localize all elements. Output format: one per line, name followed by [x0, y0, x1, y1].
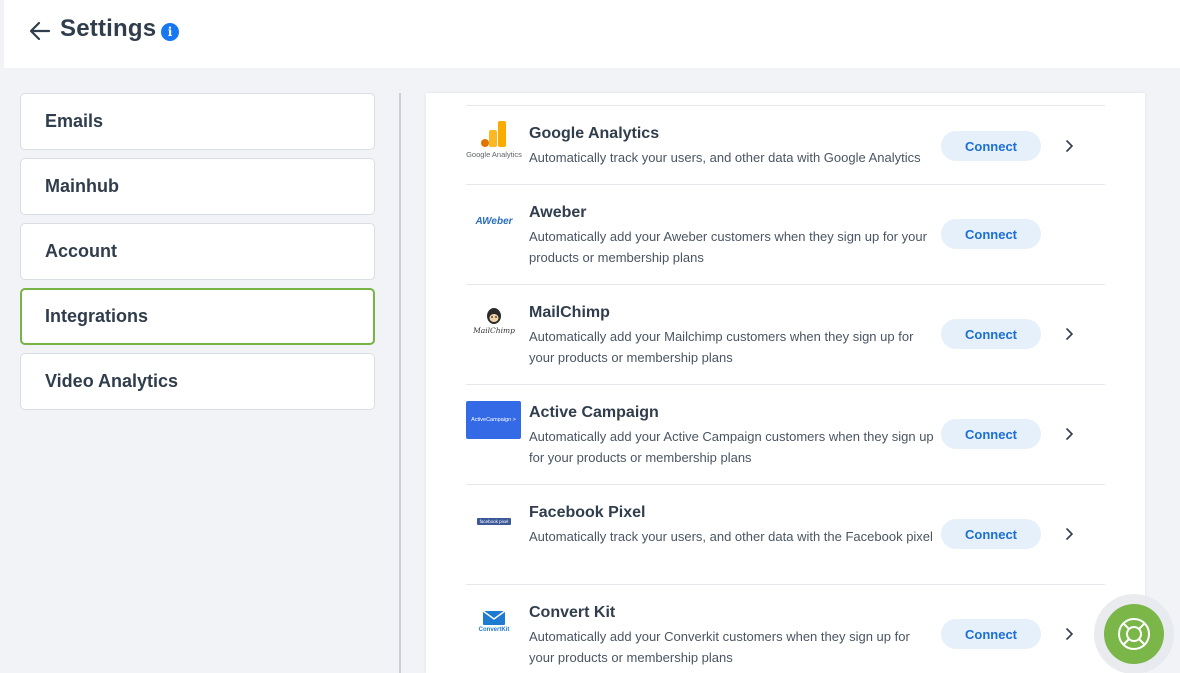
connect-button-convert-kit[interactable]: Connect [941, 619, 1041, 649]
integration-description: Automatically track your users, and othe… [529, 150, 921, 165]
integration-row-active-campaign: ActiveCampaign > Active Campaign Automat… [466, 384, 1105, 484]
connect-button-active-campaign[interactable]: Connect [941, 419, 1041, 449]
google-analytics-icon [481, 121, 506, 147]
integration-description: Automatically add your Active Campaign c… [529, 429, 934, 465]
info-icon[interactable]: i [161, 23, 179, 41]
integration-row-convert-kit: ConvertKit Convert Kit Automatically add… [466, 584, 1105, 673]
chevron-right-icon[interactable] [1063, 628, 1075, 640]
active-campaign-logo: ActiveCampaign > [466, 401, 521, 439]
page-title: Settings [60, 15, 157, 42]
integration-title: Aweber [529, 204, 587, 221]
google-analytics-logo-caption: Google Analytics [466, 150, 522, 159]
integration-title: Active Campaign [529, 404, 659, 421]
integration-description: Automatically add your Converkit custome… [529, 629, 910, 665]
page-header: Settings i [4, 0, 1180, 68]
google-analytics-logo: Google Analytics [466, 120, 522, 160]
integration-description: Automatically add your Mailchimp custome… [529, 329, 914, 365]
lifebuoy-icon [1118, 618, 1150, 650]
chevron-right-icon[interactable] [1063, 428, 1075, 440]
connect-button-google-analytics[interactable]: Connect [941, 131, 1041, 161]
settings-sidebar: Emails Mainhub Account Integrations Vide… [20, 93, 375, 418]
aweber-logo: AWeber [466, 201, 522, 241]
sidebar-item-mainhub[interactable]: Mainhub [20, 158, 375, 215]
chevron-right-icon[interactable] [1063, 528, 1075, 540]
sidebar-item-integrations[interactable]: Integrations [20, 288, 375, 345]
connect-button-aweber[interactable]: Connect [941, 219, 1041, 249]
integration-description: Automatically track your users, and othe… [529, 529, 933, 544]
integration-title: MailChimp [529, 304, 610, 321]
mailchimp-logo-caption: MailChimp [473, 326, 515, 335]
arrow-left-icon [29, 21, 51, 41]
sidebar-item-video-analytics[interactable]: Video Analytics [20, 353, 375, 410]
convert-kit-logo-caption: ConvertKit [478, 626, 510, 633]
integration-title: Convert Kit [529, 604, 616, 621]
integrations-panel: Google Analytics Google Analytics Automa… [426, 93, 1145, 673]
envelope-icon [482, 609, 506, 625]
integration-row-google-analytics: Google Analytics Google Analytics Automa… [466, 105, 1105, 185]
integration-row-facebook-pixel: facebook pixel Facebook Pixel Automatica… [466, 484, 1105, 584]
convert-kit-logo: ConvertKit [466, 601, 522, 641]
back-button[interactable] [28, 19, 52, 43]
sidebar-item-account[interactable]: Account [20, 223, 375, 280]
integration-row-aweber: AWeber Aweber Automatically add your Awe… [466, 184, 1105, 284]
integration-title: Facebook Pixel [529, 504, 646, 521]
help-button[interactable] [1104, 604, 1164, 664]
integration-title: Google Analytics [529, 125, 660, 142]
chevron-right-icon[interactable] [1063, 328, 1075, 340]
sidebar-item-emails[interactable]: Emails [20, 93, 375, 150]
connect-button-mailchimp[interactable]: Connect [941, 319, 1041, 349]
integration-row-mailchimp: MailChimp MailChimp Automatically add yo… [466, 284, 1105, 384]
chevron-right-icon[interactable] [1063, 140, 1075, 152]
connect-button-facebook-pixel[interactable]: Connect [941, 519, 1041, 549]
aweber-logo-caption: AWeber [475, 215, 513, 227]
vertical-divider [399, 93, 401, 673]
active-campaign-logo-caption: ActiveCampaign > [471, 417, 516, 423]
mailchimp-logo: MailChimp [466, 301, 522, 341]
facebook-pixel-logo-caption: facebook pixel [479, 518, 509, 524]
facebook-pixel-logo: facebook pixel [466, 501, 522, 541]
integration-description: Automatically add your Aweber customers … [529, 229, 927, 265]
mailchimp-icon [487, 308, 501, 324]
